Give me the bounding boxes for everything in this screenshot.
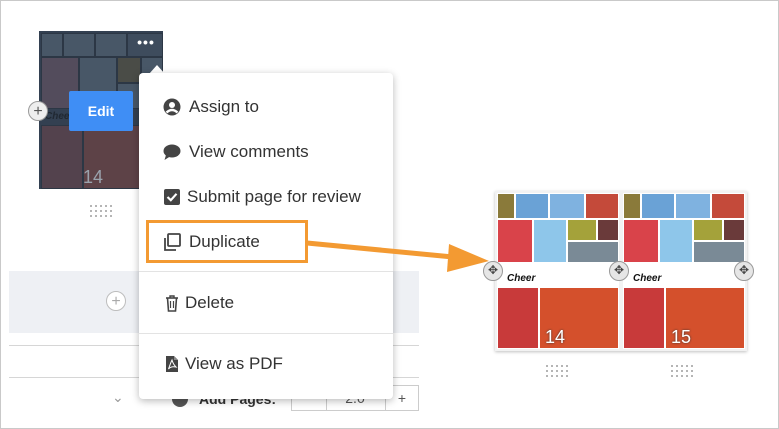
page-number: 14 <box>545 327 566 347</box>
menu-item-delete[interactable]: Delete <box>139 285 393 321</box>
comment-icon <box>163 144 181 160</box>
checkbox-icon <box>164 189 180 205</box>
user-circle-icon <box>163 98 181 116</box>
chevron-down-icon[interactable]: ⌄ <box>112 389 124 406</box>
menu-item-submit-for-review[interactable]: Submit page for review <box>139 179 393 215</box>
menu-item-label: Assign to <box>189 97 259 116</box>
trash-icon <box>166 295 178 312</box>
drag-handle-icon[interactable] <box>546 365 568 377</box>
page-15-preview[interactable]: Cheer 15 <box>623 193 745 349</box>
menu-item-assign-to[interactable]: Assign to <box>139 89 393 125</box>
app-frame: Cheer 14 ••• Edit + + ⌄ Add Pages: − 2.0… <box>0 0 779 429</box>
move-icon[interactable]: ✥ <box>609 261 629 281</box>
more-options-button[interactable]: ••• <box>129 33 163 53</box>
add-page-icon[interactable]: + <box>106 291 126 311</box>
insert-page-before-icon[interactable]: + <box>28 101 48 121</box>
edit-button[interactable]: Edit <box>69 91 133 131</box>
pdf-file-icon <box>166 356 178 372</box>
menu-divider <box>139 333 393 334</box>
arrow-annotation <box>306 240 489 272</box>
drag-handle-icon[interactable] <box>90 205 112 217</box>
move-icon[interactable]: ✥ <box>483 261 503 281</box>
cheer-label: Cheer <box>633 273 662 284</box>
menu-item-view-as-pdf[interactable]: View as PDF <box>139 346 393 382</box>
page-14-preview[interactable]: Cheer 14 <box>497 193 619 349</box>
duplicate-highlight <box>146 220 308 263</box>
page-number: 15 <box>671 327 692 347</box>
menu-item-view-comments[interactable]: View comments <box>139 134 393 170</box>
menu-item-label: View comments <box>189 142 309 161</box>
cheer-label: Cheer <box>507 273 536 284</box>
menu-item-label: Submit page for review <box>187 187 361 206</box>
move-icon[interactable]: ✥ <box>734 261 754 281</box>
page-number: 14 <box>83 167 104 187</box>
menu-item-label: Delete <box>185 293 235 312</box>
drag-handle-icon[interactable] <box>671 365 693 377</box>
menu-item-label: View as PDF <box>185 354 283 373</box>
